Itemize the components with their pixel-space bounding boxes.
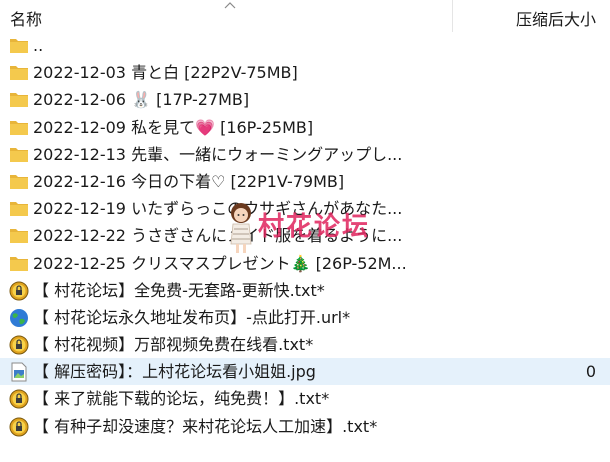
folder-icon [8,118,30,138]
file-name: .. [33,36,44,55]
file-row[interactable]: 【 村花视频】万部视频免费在线看.txt* [0,331,610,358]
column-header: 名称 压缩后大小 [0,0,610,32]
encrypted-text-file-icon [8,335,30,355]
sort-ascending-icon[interactable] [224,1,236,9]
folder-row[interactable]: .. [0,32,610,59]
file-name: 【 来了就能下载的论坛，纯免费！】.txt* [33,389,330,409]
file-name: 【 村花论坛永久地址发布页】-点此打开.url* [33,307,351,327]
folder-icon [8,254,30,274]
folder-icon [8,63,30,83]
file-name: 2022-12-06 🐰 [17P-27MB] [33,90,250,110]
file-name: 2022-12-03 青と白 [22P2V-75MB] [33,63,298,83]
globe-url-icon [8,308,30,328]
folder-icon [8,145,30,165]
folder-row[interactable]: 2022-12-16 今日の下着♡ [22P1V-79MB] [0,168,610,195]
folder-icon [8,172,30,192]
folder-row[interactable]: 2022-12-06 🐰 [17P-27MB] [0,86,610,113]
file-name: 【 村花视频】万部视频免费在线看.txt* [33,335,314,355]
column-header-name[interactable]: 名称 [10,6,42,30]
watermark-text: 村花论坛 [258,212,371,242]
file-name: 2022-12-09 私を見て💗 [16P-25MB] [33,117,314,137]
watermark: 村花论坛 [228,198,388,258]
file-name: 【 村花论坛】全免费-无套路-更新快.txt* [33,280,325,300]
folder-row[interactable]: 2022-12-13 先輩、一緒にウォーミングアップし... [0,141,610,168]
file-row[interactable]: 【 村花论坛】全免费-无套路-更新快.txt* [0,277,610,304]
file-compressed-size: 0 [585,362,596,382]
file-row[interactable]: 【 村花论坛永久地址发布页】-点此打开.url* [0,304,610,331]
folder-icon [8,199,30,219]
encrypted-text-file-icon [8,417,30,437]
doll-watermark-icon [230,203,252,253]
image-file-icon [8,362,30,382]
encrypted-text-file-icon [8,281,30,301]
folder-row[interactable]: 2022-12-03 青と白 [22P2V-75MB] [0,59,610,86]
folder-icon [8,36,30,56]
folder-icon [8,226,30,246]
file-row[interactable]: 【 解压密码】：上村花论坛看小姐姐.jpg 0 [0,358,610,386]
file-row[interactable]: 【 有种子却没速度？来村花论坛人工加速】.txt* [0,413,610,440]
encrypted-text-file-icon [8,389,30,409]
file-name: 【 解压密码】：上村花论坛看小姐姐.jpg [33,362,316,382]
file-name: 2022-12-13 先輩、一緒にウォーミングアップし... [33,144,403,164]
file-row[interactable]: 【 来了就能下载的论坛，纯免费！】.txt* [0,385,610,412]
folder-icon [8,90,30,110]
file-name: 【 有种子却没速度？来村花论坛人工加速】.txt* [33,416,378,436]
file-name: 2022-12-16 今日の下着♡ [22P1V-79MB] [33,171,345,191]
column-header-compressed-size[interactable]: 压缩后大小 [516,6,596,30]
folder-row[interactable]: 2022-12-09 私を見て💗 [16P-25MB] [0,114,610,141]
column-divider[interactable] [452,0,453,32]
